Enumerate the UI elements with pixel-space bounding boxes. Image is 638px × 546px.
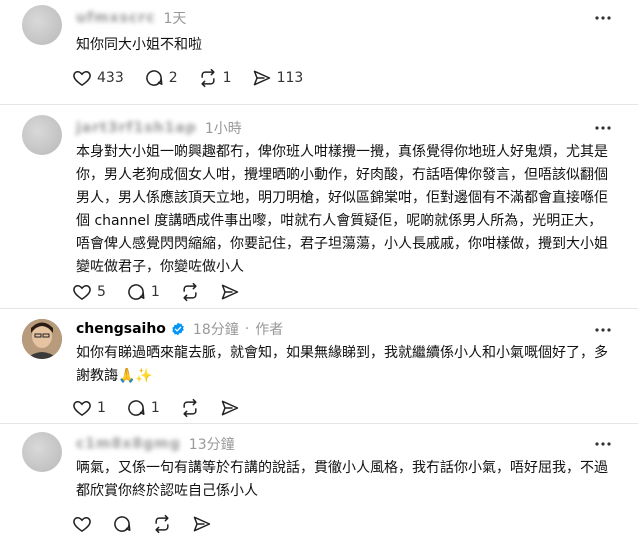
action-bar: 433 2 1 113 xyxy=(72,66,323,90)
share-icon xyxy=(193,516,211,532)
timestamp[interactable]: 1天 xyxy=(164,8,187,28)
heart-icon xyxy=(73,516,91,532)
reply-count: 1 xyxy=(150,284,160,300)
heart-icon xyxy=(73,400,91,416)
repost-icon xyxy=(155,514,169,534)
share-button[interactable] xyxy=(220,282,240,302)
more-icon[interactable] xyxy=(594,327,612,333)
timestamp[interactable]: 13分鐘 xyxy=(189,434,235,454)
username[interactable]: ufmxscrc xyxy=(76,10,156,26)
share-icon xyxy=(221,400,239,416)
repost-button[interactable] xyxy=(180,398,200,418)
comment-icon xyxy=(128,284,145,300)
repost-icon xyxy=(183,282,197,302)
post-text: 唡氣，又係一句有講等於冇講的說話，貫徹小人風格，我冇話你小氣，唔好屈我，不過都欣… xyxy=(76,460,608,499)
more-icon[interactable] xyxy=(594,15,612,21)
like-button[interactable]: 433 xyxy=(72,68,124,88)
repost-button[interactable]: 1 xyxy=(198,68,232,88)
share-button[interactable] xyxy=(220,398,240,418)
author-label: 作者 xyxy=(255,322,284,338)
post-header: ufmxscrc 1天 xyxy=(76,8,186,28)
post-text: 知你同大小姐不和啦 xyxy=(76,37,202,53)
post-header: c1m8x8gmg 13分鐘 xyxy=(76,434,235,454)
heart-icon xyxy=(73,284,91,300)
comment-icon xyxy=(128,400,145,416)
repost-button[interactable] xyxy=(152,514,172,534)
reply-button[interactable] xyxy=(112,514,132,534)
reply-count: 1 xyxy=(150,400,160,416)
repost-icon xyxy=(183,398,197,418)
action-bar xyxy=(72,512,232,536)
post-1: ufmxscrc 1天 知你同大小姐不和啦 433 2 1 113 xyxy=(0,0,638,100)
reply-button[interactable]: 1 xyxy=(126,398,160,418)
post-text: 本身對大小姐一啲興趣都冇，俾你班人咁樣攪一攪，真係覺得你地班人好鬼煩，尤其是你，… xyxy=(76,144,608,275)
username[interactable]: jart3rf1sh1ap xyxy=(76,120,197,136)
share-icon xyxy=(221,284,239,300)
post-3-author-reply: chengsaiho 18分鐘 · 作者 如你有睇過晒來龍去脈，就會知，如果無緣… xyxy=(0,309,638,424)
separator-dot: · xyxy=(244,321,250,337)
share-button[interactable]: 113 xyxy=(252,68,304,88)
reply-count: 2 xyxy=(168,70,178,86)
verified-badge-icon xyxy=(172,322,184,336)
like-button[interactable] xyxy=(72,514,92,534)
username[interactable]: c1m8x8gmg xyxy=(76,436,181,452)
comment-icon xyxy=(114,516,131,532)
avatar[interactable] xyxy=(22,115,62,155)
like-button[interactable]: 1 xyxy=(72,398,106,418)
share-count: 113 xyxy=(276,70,304,86)
post-2: jart3rf1sh1ap 1小時 本身對大小姐一啲興趣都冇，俾你班人咁樣攪一攪… xyxy=(0,105,638,310)
post-header: jart3rf1sh1ap 1小時 xyxy=(76,118,242,138)
more-icon[interactable] xyxy=(594,125,612,131)
share-icon xyxy=(253,70,270,86)
post-header: chengsaiho 18分鐘 · 作者 xyxy=(76,319,283,339)
comment-icon xyxy=(145,70,163,86)
reply-button[interactable]: 2 xyxy=(144,68,178,88)
like-count: 433 xyxy=(97,70,124,86)
like-button[interactable]: 5 xyxy=(72,282,106,302)
avatar[interactable] xyxy=(22,319,62,359)
action-bar: 1 1 xyxy=(72,396,260,420)
repost-count: 1 xyxy=(222,70,232,86)
post-text: 如你有睇過晒來龍去脈，就會知，如果無緣睇到，我就繼續係小人和小氣嘅個好了，多謝教… xyxy=(76,345,608,384)
heart-icon xyxy=(73,70,91,86)
action-bar: 5 1 xyxy=(72,280,260,304)
username[interactable]: chengsaiho xyxy=(76,321,166,337)
timestamp[interactable]: 18分鐘 xyxy=(193,319,239,339)
like-count: 5 xyxy=(97,284,106,300)
avatar[interactable] xyxy=(22,432,62,472)
like-count: 1 xyxy=(97,400,106,416)
more-icon[interactable] xyxy=(594,441,612,447)
timestamp[interactable]: 1小時 xyxy=(205,118,242,138)
reply-button[interactable]: 1 xyxy=(126,282,160,302)
avatar[interactable] xyxy=(22,5,62,45)
repost-icon xyxy=(201,68,215,88)
repost-button[interactable] xyxy=(180,282,200,302)
post-4: c1m8x8gmg 13分鐘 唡氣，又係一句有講等於冇講的說話，貫徹小人風格，我… xyxy=(0,424,638,546)
profile-photo xyxy=(22,319,62,359)
share-button[interactable] xyxy=(192,514,212,534)
